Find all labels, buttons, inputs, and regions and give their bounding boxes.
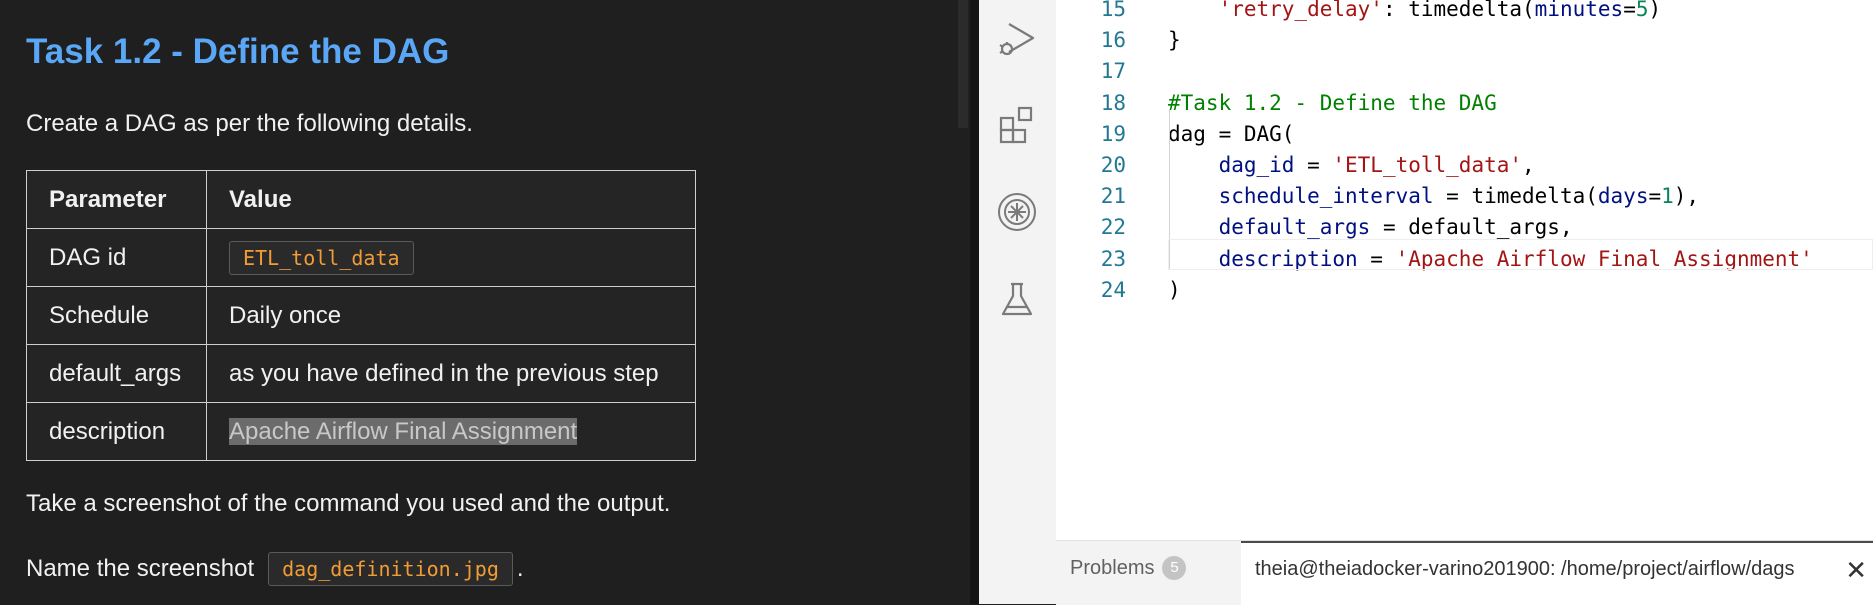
code-text[interactable]: dag = DAG( — [1168, 119, 1294, 150]
value-cell: as you have defined in the previous step — [206, 344, 696, 403]
skills-network-icon[interactable] — [997, 192, 1037, 232]
code-token: #Task 1.2 - Define the DAG — [1168, 90, 1497, 115]
code-line[interactable]: 15 'retry_delay': timedelta(minutes=5) — [1056, 0, 1661, 25]
code-text[interactable]: ) — [1168, 275, 1181, 306]
param-cell: Schedule — [26, 286, 207, 345]
line-number: 16 — [1100, 28, 1126, 53]
screenshot-filename-code: dag_definition.jpg — [268, 552, 513, 586]
code-line[interactable]: 21 schedule_interval = timedelta(days=1)… — [1056, 181, 1699, 212]
value-cell: Apache Airflow Final Assignment — [206, 402, 696, 461]
code-token: minutes — [1534, 0, 1624, 21]
line-number: 19 — [1100, 121, 1126, 146]
parameter-table: Parameter Value DAG id ETL_toll_data Sch… — [26, 170, 696, 461]
table-row: description Apache Airflow Final Assignm… — [26, 402, 696, 461]
value-cell: Daily once — [206, 286, 696, 345]
instructions-scrollbar-thumb[interactable] — [958, 0, 968, 128]
code-token: } — [1168, 28, 1181, 53]
dag-id-code: ETL_toll_data — [229, 240, 414, 275]
screenshot-name-suffix: . — [516, 555, 524, 582]
code-token: dag_id — [1218, 153, 1295, 177]
code-token: 'retry_delay' — [1218, 0, 1383, 21]
intro-text: Create a DAG as per the following detail… — [26, 110, 473, 137]
code-token: ) — [1648, 0, 1662, 21]
line-number: 22 — [1100, 215, 1126, 240]
code-editor[interactable]: 15 'retry_delay': timedelta(minutes=5) 16… — [1056, 0, 1873, 540]
code-line[interactable]: 24) — [1056, 275, 1181, 306]
code-token: , — [1522, 153, 1535, 177]
line-number: 24 — [1100, 277, 1126, 302]
param-cell: DAG id — [26, 228, 207, 287]
terminal-tab[interactable]: theia@theiadocker-varino201900: /home/pr… — [1241, 541, 1873, 605]
code-token: days — [1597, 184, 1649, 209]
code-token: = timedelta( — [1433, 184, 1598, 209]
table-row: default_args as you have defined in the … — [26, 344, 696, 403]
param-cell: default_args — [26, 344, 207, 403]
table-row: Schedule Daily once — [26, 286, 696, 345]
code-text[interactable]: schedule_interval = timedelta(days=1), — [1168, 181, 1700, 212]
table-header-value: Value — [206, 170, 696, 229]
line-number: 23 — [1100, 246, 1126, 271]
test-flask-icon[interactable] — [997, 280, 1037, 320]
code-token: = — [1648, 184, 1662, 209]
pane-divider[interactable] — [970, 0, 979, 604]
screenshot-instruction: Take a screenshot of the command you use… — [26, 490, 671, 517]
code-line[interactable]: 20 dag_id = 'ETL_toll_data', — [1056, 150, 1535, 181]
table-header-row: Parameter Value — [26, 170, 696, 229]
table-row: DAG id ETL_toll_data — [26, 228, 696, 287]
code-token: default_args — [1218, 215, 1371, 240]
code-line[interactable]: 22 default_args = default_args, — [1056, 212, 1573, 243]
code-line[interactable]: 16} — [1056, 25, 1181, 56]
run-debug-icon[interactable] — [997, 18, 1037, 58]
code-token: 5 — [1635, 0, 1649, 21]
terminal-tab-title: theia@theiadocker-varino201900: /home/pr… — [1255, 558, 1795, 580]
code-token: dag = DAG( — [1168, 121, 1295, 146]
code-line[interactable]: 23 description = 'Apache Airflow Final A… — [1056, 244, 1813, 275]
table-header-parameter: Parameter — [26, 170, 207, 229]
code-text[interactable]: } — [1168, 25, 1181, 56]
code-line[interactable]: 19 dag = DAG( — [1056, 119, 1295, 150]
task-title: Task 1.2 - Define the DAG — [26, 32, 450, 71]
current-line-highlight — [1168, 239, 1873, 270]
problems-label: Problems — [1070, 557, 1155, 579]
code-text[interactable]: 'retry_delay': timedelta(minutes=5) — [1168, 0, 1662, 25]
code-text[interactable]: dag_id = 'ETL_toll_data', — [1168, 150, 1535, 181]
line-number: 15 — [1100, 0, 1126, 21]
screenshot-name-line: Name the screenshot dag_definition.jpg. — [26, 552, 524, 586]
bottom-panel: Problems 5 theia@theiadocker-varino201900… — [1056, 540, 1873, 605]
code-token: ) — [1168, 277, 1181, 302]
screenshot-name-prefix: Name the screenshot — [26, 555, 255, 582]
line-number: 17 — [1100, 59, 1126, 84]
code-token: 1 — [1661, 184, 1674, 209]
code-token: = — [1623, 0, 1636, 21]
problems-count-badge: 5 — [1162, 556, 1187, 580]
code-token: 'ETL_toll_data' — [1332, 153, 1523, 177]
line-number: 20 — [1100, 153, 1126, 177]
selected-description-text[interactable]: Apache Airflow Final Assignment — [229, 417, 578, 445]
code-token: ), — [1673, 184, 1700, 209]
code-token: : timedelta( — [1382, 0, 1535, 21]
value-cell: ETL_toll_data — [206, 228, 696, 287]
extensions-icon[interactable] — [997, 104, 1037, 144]
code-text[interactable]: #Task 1.2 - Define the DAG — [1168, 88, 1497, 119]
code-line[interactable]: 18 #Task 1.2 - Define the DAG — [1056, 88, 1497, 119]
instructions-pane: Task 1.2 - Define the DAG Create a DAG a… — [0, 0, 970, 604]
problems-tab[interactable]: Problems 5 — [1070, 556, 1187, 580]
code-token: schedule_interval — [1218, 184, 1434, 209]
code-token: = — [1294, 153, 1333, 177]
param-cell: description — [26, 402, 207, 461]
code-line[interactable]: 17 — [1056, 56, 1126, 87]
activity-bar — [979, 0, 1056, 604]
close-icon[interactable]: ✕ — [1845, 557, 1867, 583]
code-token: = default_args, — [1370, 215, 1573, 240]
line-number: 18 — [1100, 90, 1126, 115]
line-number: 21 — [1100, 184, 1126, 209]
